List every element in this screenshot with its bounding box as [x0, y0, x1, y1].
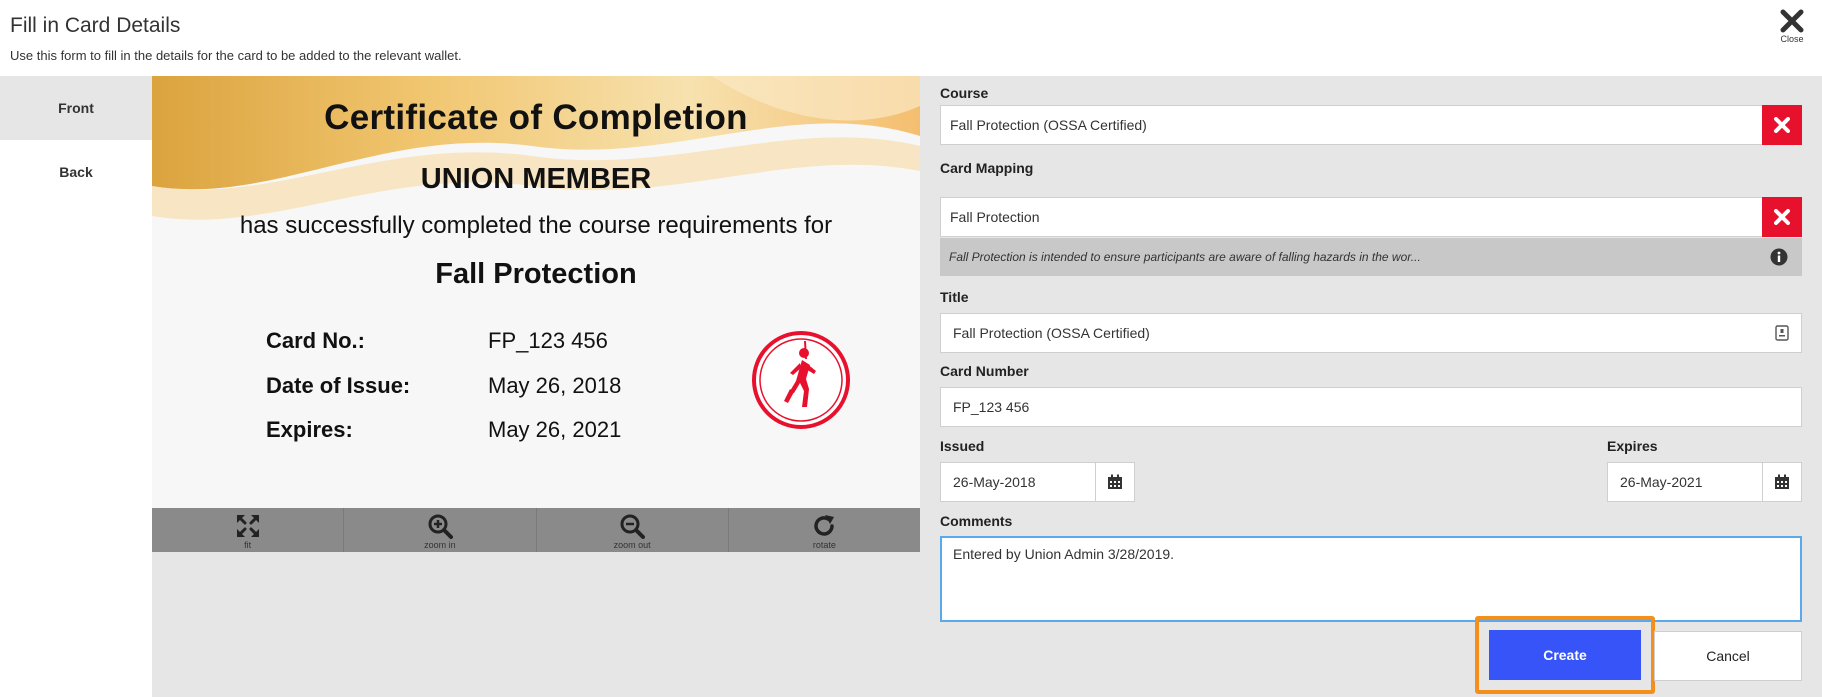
cancel-button[interactable]: Cancel [1654, 631, 1802, 681]
course-label: Course [940, 85, 989, 101]
card-details-form: Course Fall Protection (OSSA Certified) … [940, 76, 1802, 697]
create-button[interactable]: Create [1489, 630, 1641, 680]
expires-date-input[interactable]: 26-May-2021 [1607, 462, 1763, 502]
calendar-icon [1775, 474, 1789, 489]
create-button-highlight: Create [1475, 616, 1655, 694]
clear-card-mapping-button[interactable] [1762, 197, 1802, 237]
clear-course-button[interactable] [1762, 105, 1802, 145]
rotate-button[interactable]: rotate [729, 508, 920, 552]
fit-button[interactable]: fit [152, 508, 345, 552]
issued-label: Issued [940, 438, 985, 454]
card-image-viewer: Certificate of Completion UNION MEMBER h… [152, 76, 920, 697]
title-input[interactable]: Fall Protection (OSSA Certified) [940, 313, 1802, 353]
certificate-expires-value: May 26, 2021 [488, 417, 622, 442]
card-mapping-label: Card Mapping [940, 160, 1034, 176]
certificate-issue-label: Date of Issue: [266, 373, 411, 398]
info-icon[interactable] [1770, 248, 1788, 266]
contact-card-icon [1775, 325, 1789, 341]
card-mapping-description-text: Fall Protection is intended to ensure pa… [949, 250, 1421, 264]
certificate-recipient: UNION MEMBER [420, 163, 652, 195]
dialog-subtitle: Use this form to fill in the details for… [10, 48, 462, 63]
zoom-out-button[interactable]: zoom out [537, 508, 729, 552]
certificate-heading: Certificate of Completion [324, 98, 748, 137]
comments-label: Comments [940, 513, 1013, 529]
expires-label: Expires [1607, 438, 1658, 454]
dialog-title: Fill in Card Details [10, 14, 181, 37]
card-number-label: Card Number [940, 363, 1029, 379]
certificate-course: Fall Protection [435, 258, 637, 290]
course-input[interactable]: Fall Protection (OSSA Certified) [940, 105, 1763, 145]
rotate-label: rotate [812, 540, 836, 550]
remove-x-icon [1774, 209, 1790, 225]
close-icon [1780, 9, 1804, 33]
dialog-header: Fill in Card Details Use this form to fi… [0, 0, 1822, 76]
card-mapping-description: Fall Protection is intended to ensure pa… [940, 238, 1802, 276]
close-button[interactable]: Close [1772, 8, 1812, 52]
viewer-toolbar: fit zoom in zoom out rotate [152, 508, 920, 552]
zoom-out-icon [620, 514, 646, 539]
certificate-image: Certificate of Completion UNION MEMBER h… [152, 76, 920, 508]
certificate-card-no-value: FP_123 456 [488, 328, 608, 353]
fall-protection-badge-icon [752, 331, 850, 429]
tab-back[interactable]: Back [0, 140, 152, 204]
zoom-in-label: zoom in [424, 540, 456, 550]
card-mapping-input[interactable]: Fall Protection [940, 197, 1763, 237]
remove-x-icon [1774, 117, 1790, 133]
dialog-body: Front Back Certificate of Completion UNI… [0, 76, 1822, 697]
fit-expand-icon [236, 515, 259, 537]
title-label: Title [940, 289, 969, 305]
close-label: Close [1780, 34, 1804, 44]
issued-date-input[interactable]: 26-May-2018 [940, 462, 1096, 502]
title-input-value: Fall Protection (OSSA Certified) [953, 325, 1150, 341]
card-number-input[interactable]: FP_123 456 [940, 387, 1802, 427]
certificate-card-no-label: Card No.: [266, 328, 365, 353]
fit-label: fit [244, 540, 252, 550]
zoom-in-button[interactable]: zoom in [344, 508, 537, 552]
issued-calendar-button[interactable] [1095, 462, 1135, 502]
tab-front[interactable]: Front [0, 76, 152, 140]
comments-textarea[interactable]: Entered by Union Admin 3/28/2019. [940, 536, 1802, 622]
calendar-icon [1108, 474, 1122, 489]
rotate-icon [814, 515, 835, 536]
certificate-issue-value: May 26, 2018 [488, 373, 622, 398]
certificate-statement: has successfully completed the course re… [239, 212, 833, 239]
zoom-in-icon [428, 514, 453, 539]
zoom-out-label: zoom out [613, 540, 651, 550]
expires-calendar-button[interactable] [1762, 462, 1802, 502]
certificate-expires-label: Expires: [266, 417, 353, 442]
side-tabs: Front Back [0, 76, 152, 697]
